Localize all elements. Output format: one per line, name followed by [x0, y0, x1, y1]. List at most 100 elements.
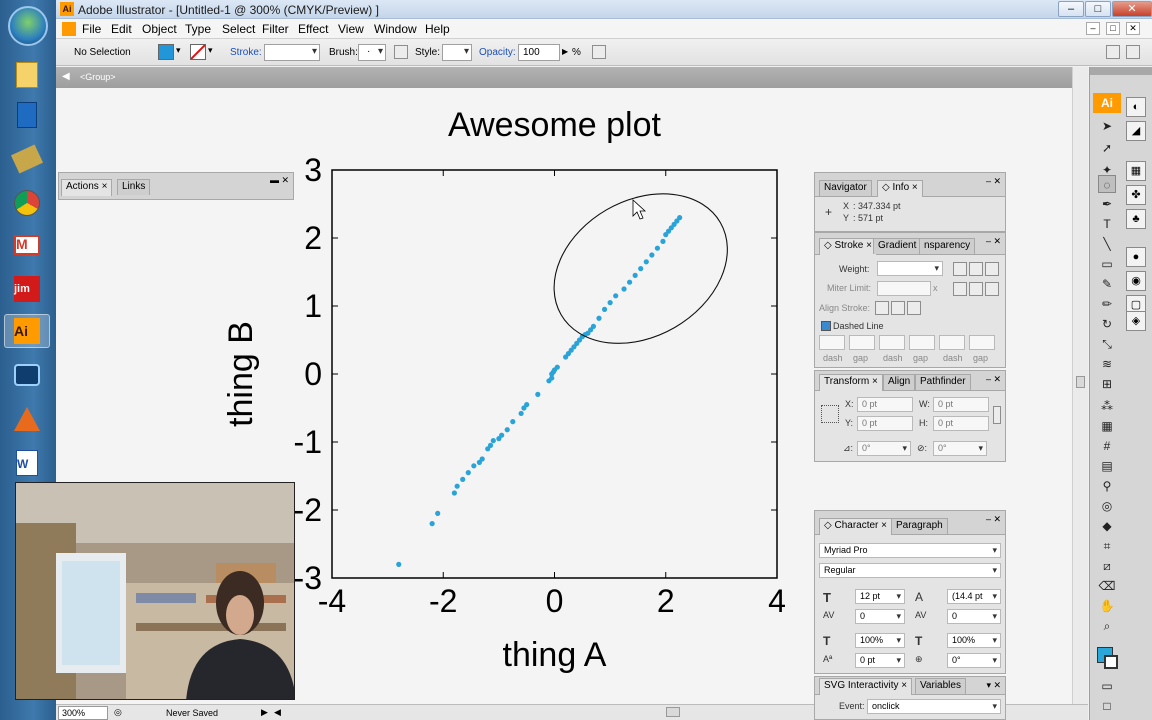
align-center-icon[interactable] [875, 301, 889, 315]
fill-dropdown-icon[interactable]: ▾ [176, 45, 181, 56]
round-join-icon[interactable] [969, 282, 983, 296]
menu-edit[interactable]: Edit [111, 22, 132, 36]
explorer-icon[interactable] [4, 58, 50, 92]
menu-type[interactable]: Type [185, 22, 211, 36]
dash-input-1[interactable] [819, 335, 845, 350]
zoom-tool-icon[interactable]: ⌕ [1098, 617, 1116, 635]
tab-pathfinder[interactable]: Pathfinder [915, 374, 971, 390]
panel-menu-icon[interactable]: – ✕ [986, 374, 1001, 385]
close-button[interactable]: ✕ [1112, 1, 1152, 17]
stroke-swatch[interactable] [190, 44, 206, 60]
symbol-sprayer-tool-icon[interactable]: ⁂ [1098, 397, 1116, 415]
selection-tool-icon[interactable]: ➤ [1098, 117, 1116, 135]
scale-tool-icon[interactable]: ⤡ [1098, 335, 1116, 353]
direct-selection-tool-icon[interactable]: ➚ [1098, 139, 1116, 157]
paintbrush-tool-icon[interactable]: ✎ [1098, 275, 1116, 293]
font-style-dropdown[interactable]: Regular [819, 563, 1001, 578]
tab-paragraph[interactable]: Paragraph [891, 518, 948, 534]
miter-join-icon[interactable] [953, 282, 967, 296]
artboard-nav-icon[interactable]: ◎ [114, 707, 122, 718]
vertical-scroll-thumb[interactable] [1076, 376, 1085, 388]
swatches-icon[interactable]: ▦ [1126, 161, 1146, 181]
menu-select[interactable]: Select [222, 22, 255, 36]
eyedropper-tool-icon[interactable]: ⚲ [1098, 477, 1116, 495]
slice-tool-icon[interactable]: ⧄ [1098, 557, 1116, 575]
h-input[interactable]: 0 pt [933, 416, 989, 431]
symbols-icon[interactable]: ♣ [1126, 209, 1146, 229]
horizontal-scale-input[interactable]: 100% [947, 633, 1001, 648]
menu-window[interactable]: Window [374, 22, 417, 36]
paint-icon[interactable] [4, 142, 50, 176]
doc-close-button[interactable]: ✕ [1126, 22, 1140, 35]
panel-menu-icon[interactable] [1126, 45, 1140, 59]
reference-point-icon[interactable] [821, 405, 839, 423]
live-paint-tool-icon[interactable]: ◆ [1098, 517, 1116, 535]
webcam-app-icon[interactable] [4, 358, 50, 392]
y-input[interactable]: 0 pt [857, 416, 913, 431]
opacity-arrow-icon[interactable]: ▶ [562, 47, 568, 56]
pen-tool-icon[interactable]: ✒ [1098, 195, 1116, 213]
dash-input-3[interactable] [939, 335, 965, 350]
menu-filter[interactable]: Filter [262, 22, 289, 36]
tab-transform[interactable]: Transform × [819, 374, 883, 391]
brush-options-icon[interactable] [394, 45, 408, 59]
doc-restore-button[interactable]: □ [1106, 22, 1120, 35]
illustrator-taskbar-icon[interactable]: Ai [4, 314, 50, 348]
back-arrow-icon[interactable]: ◀ [62, 71, 74, 83]
app-menu-icon[interactable] [62, 22, 76, 36]
gap-input-2[interactable] [909, 335, 935, 350]
stroke-dropdown-icon[interactable]: ▾ [208, 45, 213, 56]
status-arrow-icon[interactable]: ▶ [261, 707, 268, 718]
tab-info[interactable]: ◇ Info × [877, 180, 923, 197]
tab-actions[interactable]: Actions × [61, 179, 113, 196]
minimize-button[interactable]: – [1058, 1, 1084, 17]
char-rotation-input[interactable]: 0° [947, 653, 1001, 668]
chrome-icon[interactable] [4, 186, 50, 220]
font-size-input[interactable]: 12 pt [855, 589, 905, 604]
tab-variables[interactable]: Variables [915, 678, 966, 694]
start-button[interactable] [8, 6, 48, 46]
panel-menu-icon[interactable]: ▾ ✕ [986, 680, 1001, 691]
zoom-level-field[interactable]: 300% [58, 706, 108, 720]
color-guide-icon[interactable]: ◢ [1126, 121, 1146, 141]
blend-tool-icon[interactable]: ◎ [1098, 497, 1116, 515]
tab-navigator[interactable]: Navigator [819, 180, 872, 196]
shear-input[interactable]: 0° [933, 441, 987, 456]
tab-stroke[interactable]: ◇ Stroke × [819, 238, 877, 255]
align-outside-icon[interactable] [907, 301, 921, 315]
panel-menu-icon[interactable]: – ✕ [986, 514, 1001, 525]
stroke-color-icon[interactable] [1104, 655, 1118, 669]
dash-input-2[interactable] [879, 335, 905, 350]
font-family-dropdown[interactable]: Myriad Pro [819, 543, 1001, 558]
jim-icon[interactable]: jim [4, 272, 50, 306]
gmail-icon[interactable]: M [4, 228, 50, 262]
opacity-input[interactable]: 100 [518, 44, 560, 61]
warp-tool-icon[interactable]: ≋ [1098, 355, 1116, 373]
tab-align[interactable]: Align [883, 374, 916, 390]
x-input[interactable]: 0 pt [857, 397, 913, 412]
line-tool-icon[interactable]: ╲ [1098, 235, 1116, 253]
round-cap-icon[interactable] [969, 262, 983, 276]
tab-transparency[interactable]: nsparency [919, 238, 976, 254]
tracking-input[interactable]: 0 [947, 609, 1001, 624]
recolor-icon[interactable] [592, 45, 606, 59]
constrain-link-icon[interactable] [993, 406, 1001, 424]
panel-menu-icon[interactable]: – ✕ [986, 176, 1001, 187]
menu-view[interactable]: View [338, 22, 364, 36]
hscroll-left-icon[interactable]: ◀ [274, 707, 281, 718]
gradient-tool-icon[interactable]: ▤ [1098, 457, 1116, 475]
windows-media-icon[interactable] [4, 98, 50, 132]
matlab-icon[interactable] [4, 402, 50, 436]
miter-input[interactable] [877, 281, 931, 296]
graph-tool-icon[interactable]: ▦ [1098, 417, 1116, 435]
event-dropdown[interactable]: onclick [867, 699, 1001, 714]
menu-file[interactable]: File [82, 22, 101, 36]
hand-tool-icon[interactable]: ✋ [1098, 597, 1116, 615]
weight-input[interactable] [877, 261, 943, 276]
tab-gradient[interactable]: Gradient [873, 238, 922, 254]
vertical-scrollbar[interactable] [1072, 67, 1088, 704]
rotate-input[interactable]: 0° [857, 441, 911, 456]
stroke-weight-dropdown[interactable] [264, 44, 320, 61]
pencil-tool-icon[interactable]: ✏ [1098, 295, 1116, 313]
butt-cap-icon[interactable] [953, 262, 967, 276]
